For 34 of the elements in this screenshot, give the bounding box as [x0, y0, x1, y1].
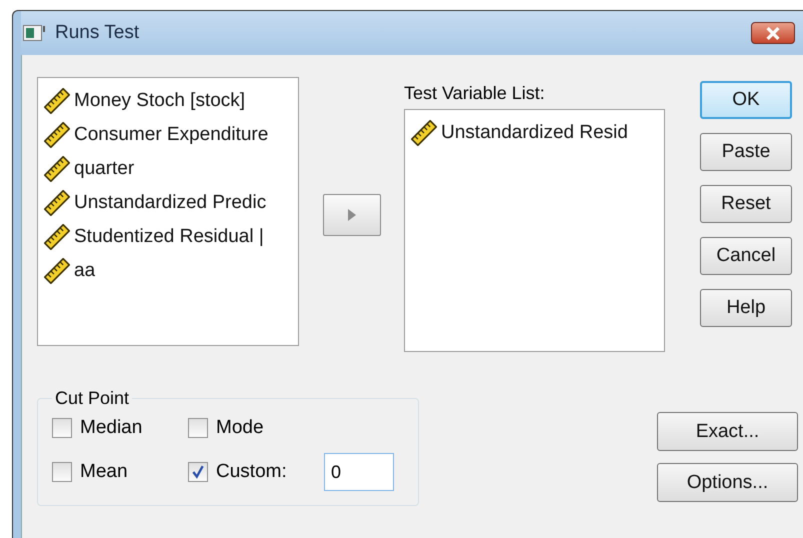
dialog-button[interactable]: Options...: [657, 463, 798, 502]
dialog-button[interactable]: Cancel: [700, 237, 792, 275]
dialog-button[interactable]: Help: [700, 289, 792, 327]
checkbox[interactable]: [188, 462, 208, 482]
app-icon: [23, 25, 45, 41]
window-title: Runs Test: [55, 22, 140, 44]
list-item[interactable]: Unstandardized Resid: [411, 116, 664, 150]
list-item[interactable]: Consumer Expenditure: [44, 118, 298, 152]
dialog-button[interactable]: Exact...: [657, 412, 798, 451]
checkbox[interactable]: [188, 418, 208, 438]
close-button[interactable]: [751, 22, 795, 44]
list-label: Test Variable List:: [404, 83, 546, 105]
right-arrow-icon: [348, 208, 356, 220]
group-title: Cut Point: [54, 388, 130, 409]
move-button[interactable]: [322, 194, 380, 236]
list-item[interactable]: quarter: [44, 152, 298, 186]
checkbox-label: Mean: [80, 461, 128, 483]
close-icon: [765, 26, 781, 40]
check-icon: [191, 465, 205, 479]
checkbox-label: Custom:: [216, 461, 287, 483]
dialog-button[interactable]: Reset: [700, 185, 792, 223]
test-variable-list[interactable]: Unstandardized Resid: [404, 109, 665, 352]
checkbox[interactable]: [52, 462, 72, 482]
checkbox[interactable]: [52, 418, 72, 438]
checkbox-label: Mode: [216, 417, 264, 439]
list-item[interactable]: aa: [44, 254, 298, 288]
list-item[interactable]: Unstandardized Predic: [44, 186, 298, 220]
list-item[interactable]: Studentized Residual |: [44, 220, 298, 254]
list-item[interactable]: Money Stoch [stock]: [44, 84, 298, 118]
variable-list[interactable]: Money Stoch [stock] Consumer Expenditure quarter Unstandardized Predic Studentized Residual | aa: [37, 77, 299, 346]
dialog-button[interactable]: Paste: [700, 133, 792, 171]
checkbox-label: Median: [80, 417, 142, 439]
dialog-button[interactable]: OK: [700, 81, 792, 119]
custom-value-field[interactable]: 0: [324, 453, 394, 491]
